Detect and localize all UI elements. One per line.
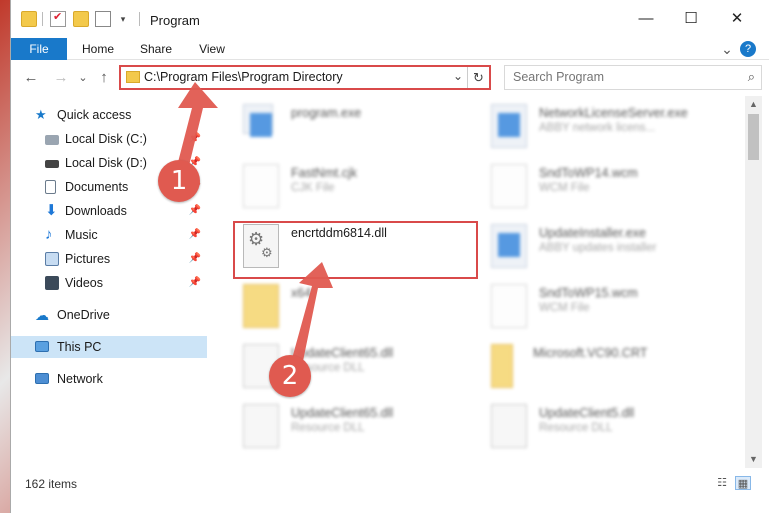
step-1-badge: 1 (158, 160, 200, 202)
annotation-arrows (176, 82, 333, 366)
step-2-badge: 2 (269, 355, 311, 397)
arrow-2 (290, 262, 333, 366)
arrow-1 (176, 82, 218, 170)
